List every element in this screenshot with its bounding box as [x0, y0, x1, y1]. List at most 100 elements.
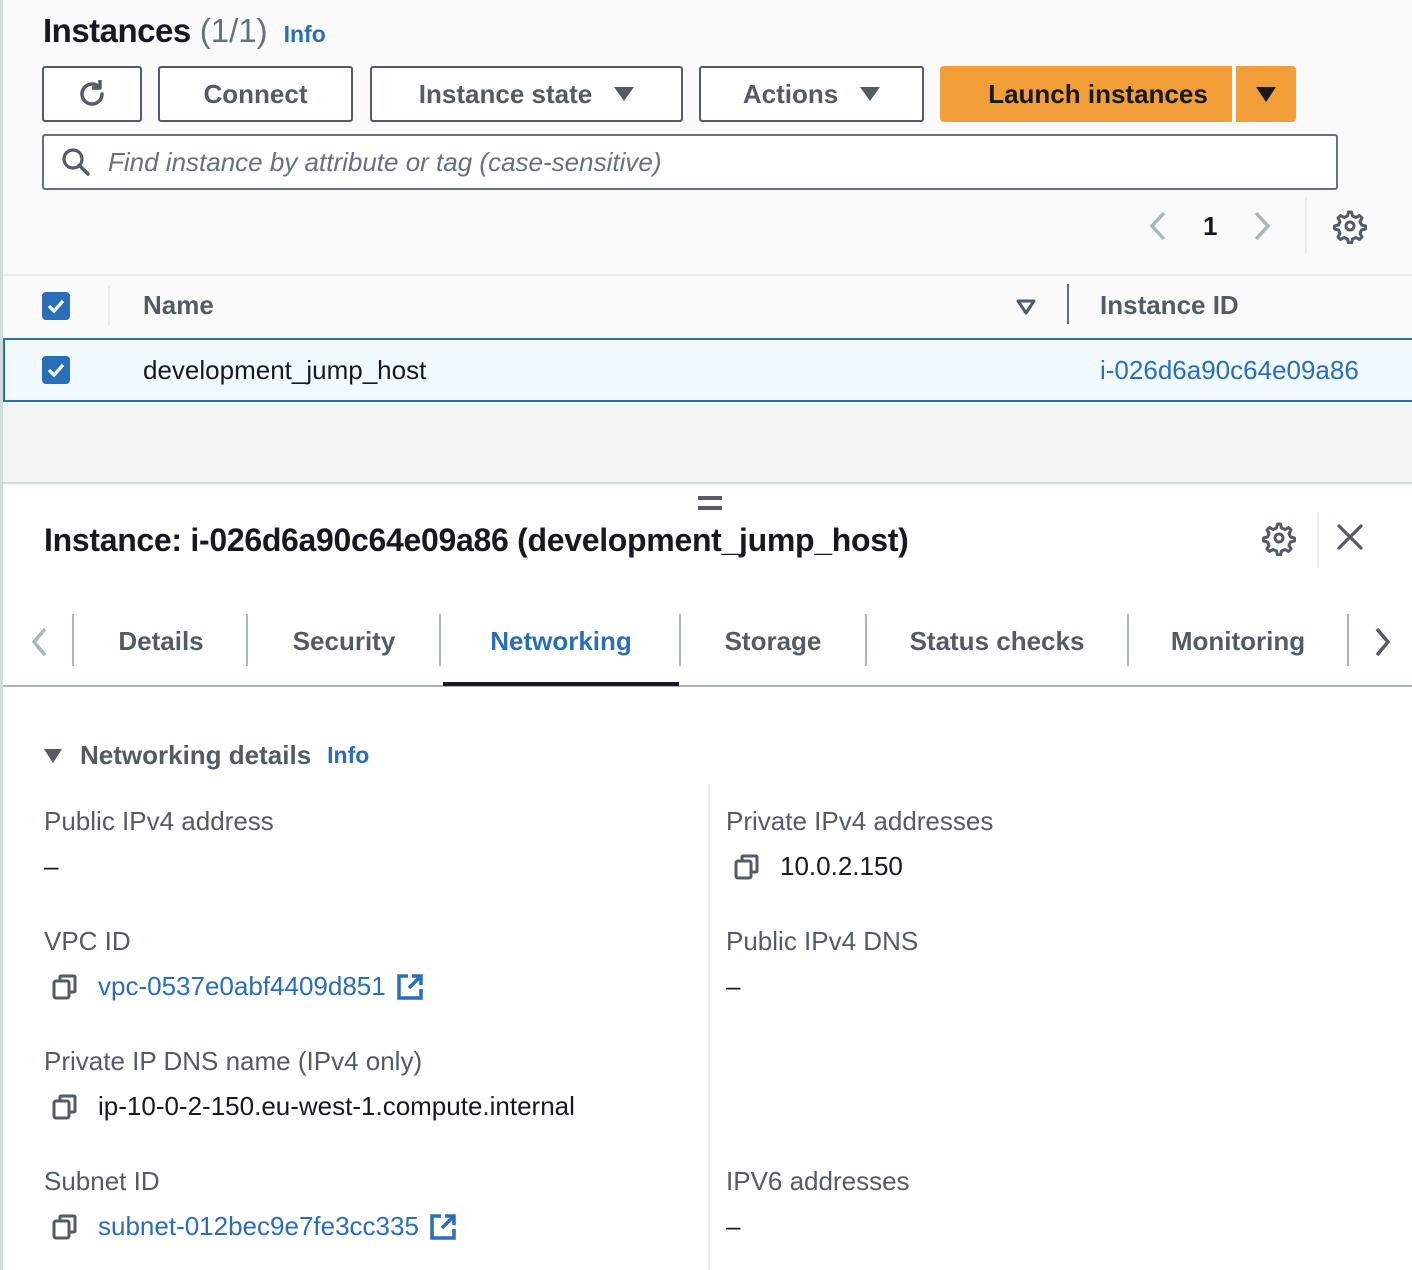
table-preferences-gear-icon[interactable]: [1332, 208, 1368, 244]
table-row[interactable]: development_jump_host i-026d6a90c64e09a8…: [3, 338, 1412, 402]
chevron-left-icon: [31, 627, 47, 657]
select-all-checkbox[interactable]: [42, 292, 70, 320]
connect-button[interactable]: Connect: [158, 66, 353, 122]
close-icon[interactable]: [1335, 522, 1365, 552]
split-panel-title: Instance: i-026d6a90c64e09a86 (developme…: [44, 522, 909, 558]
current-page[interactable]: 1: [1203, 211, 1217, 242]
field-value-row: –: [726, 1211, 910, 1242]
tab-security[interactable]: Security: [249, 614, 439, 668]
copy-icon[interactable]: [52, 973, 78, 1001]
instance-state-label: Instance state: [418, 78, 593, 109]
info-link[interactable]: Info: [327, 742, 369, 769]
field-label: IPV6 addresses: [726, 1166, 910, 1196]
info-link[interactable]: Info: [284, 21, 326, 48]
caret-down-icon: [1256, 86, 1276, 102]
tabs-scroll-right-button[interactable]: [1367, 622, 1397, 662]
field-value: –: [726, 1211, 741, 1241]
column-divider: [108, 286, 110, 326]
column-divider: [708, 784, 710, 1270]
chevron-left-icon: [1149, 211, 1166, 241]
page-title: Instances: [43, 12, 191, 49]
section-title: Networking details: [80, 740, 312, 770]
active-tab-indicator: [443, 682, 679, 686]
field-value: –: [726, 971, 741, 1001]
chevron-right-icon: [1375, 627, 1391, 657]
split-panel-preferences-gear-icon[interactable]: [1261, 520, 1297, 556]
pagination: 1: [1143, 205, 1277, 247]
tab-divider: [439, 614, 441, 666]
caret-down-icon: [860, 87, 881, 101]
column-resizer[interactable]: [1067, 284, 1069, 324]
field-value: –: [44, 851, 59, 881]
launch-instances-dropdown[interactable]: [1236, 66, 1296, 122]
field-label: Public IPv4 address: [44, 806, 274, 836]
chevron-right-icon: [1255, 211, 1271, 241]
field-value-row: vpc-0537e0abf4409d851: [44, 971, 424, 1002]
tab-storage[interactable]: Storage: [681, 614, 865, 668]
page-header: Instances (1/1) Info: [43, 12, 326, 50]
field-value-row: –: [726, 971, 918, 1002]
instance-name-cell: development_jump_host: [143, 355, 427, 385]
field-ipv6: IPV6 addresses –: [726, 1166, 910, 1242]
table-empty-area: [3, 404, 1412, 484]
split-panel-resize-handle[interactable]: [698, 496, 722, 512]
launch-instances-button[interactable]: Launch instances: [940, 66, 1232, 122]
field-subnet-id: Subnet ID subnet-012bec9e7fe3cc335: [44, 1166, 457, 1242]
instance-state-dropdown[interactable]: Instance state: [370, 66, 683, 122]
actions-label: Actions: [742, 78, 839, 109]
tab-divider: [72, 614, 74, 666]
field-public-dns: Public IPv4 DNS –: [726, 926, 918, 1002]
field-value-row: –: [44, 851, 274, 882]
sort-descending-icon[interactable]: [1015, 298, 1037, 316]
connect-label: Connect: [203, 78, 308, 109]
column-header-name[interactable]: Name: [143, 290, 214, 321]
field-label: Private IP DNS name (IPv4 only): [44, 1046, 423, 1076]
tab-networking[interactable]: Networking: [443, 614, 679, 668]
tab-details[interactable]: Details: [75, 614, 247, 668]
field-public-ipv4: Public IPv4 address –: [44, 806, 274, 882]
instances-panel: Instances (1/1) Info Connect Instance st…: [3, 0, 1412, 275]
networking-details-toggle[interactable]: Networking details Info: [44, 740, 369, 771]
split-panel: Instance: i-026d6a90c64e09a86 (developme…: [3, 486, 1412, 1270]
copy-icon[interactable]: [52, 1093, 78, 1121]
copy-icon[interactable]: [734, 853, 760, 881]
pagination-divider: [1305, 198, 1307, 254]
tab-monitoring[interactable]: Monitoring: [1129, 614, 1347, 668]
next-page-button[interactable]: [1247, 209, 1277, 243]
search-field[interactable]: [42, 134, 1338, 190]
instance-id-link[interactable]: i-026d6a90c64e09a86: [1100, 355, 1359, 386]
refresh-button[interactable]: [42, 66, 142, 122]
field-value-row: 10.0.2.150: [726, 851, 993, 882]
search-input[interactable]: [108, 146, 1308, 178]
field-label: Subnet ID: [44, 1166, 160, 1196]
search-icon: [62, 148, 90, 176]
row-checkbox[interactable]: [42, 356, 70, 384]
field-label: Private IPv4 addresses: [726, 806, 994, 836]
launch-instances-label: Launch instances: [988, 78, 1208, 109]
previous-page-button[interactable]: [1143, 209, 1173, 243]
subnet-id-link[interactable]: subnet-012bec9e7fe3cc335: [98, 1211, 419, 1242]
instance-count: (1/1): [199, 12, 268, 49]
detail-tabs: Details Security Networking Storage Stat…: [3, 586, 1412, 687]
refresh-icon: [80, 80, 104, 106]
field-value-row: ip-10-0-2-150.eu-west-1.compute.internal: [44, 1091, 575, 1122]
checkmark-icon: [47, 363, 65, 378]
caret-down-icon: [614, 87, 635, 101]
caret-down-icon: [44, 748, 62, 763]
field-private-ipv4: Private IPv4 addresses 10.0.2.150: [726, 806, 993, 882]
external-link-icon[interactable]: [396, 973, 424, 1001]
tabs-scroll-left-button[interactable]: [25, 622, 55, 662]
external-link-icon[interactable]: [429, 1213, 457, 1241]
vpc-id-link[interactable]: vpc-0537e0abf4409d851: [98, 971, 386, 1002]
checkmark-icon: [47, 299, 65, 314]
tab-divider: [246, 614, 248, 666]
tab-status-checks[interactable]: Status checks: [867, 614, 1127, 668]
field-private-dns: Private IP DNS name (IPv4 only) ip-10-0-…: [44, 1046, 575, 1122]
column-header-instance-id[interactable]: Instance ID: [1100, 290, 1239, 321]
table-header: Name Instance ID: [3, 276, 1412, 338]
actions-dropdown[interactable]: Actions: [699, 66, 924, 122]
field-label: Public IPv4 DNS: [726, 926, 919, 956]
field-value: 10.0.2.150: [780, 851, 903, 881]
copy-icon[interactable]: [52, 1213, 78, 1241]
field-value-row: subnet-012bec9e7fe3cc335: [44, 1211, 457, 1242]
